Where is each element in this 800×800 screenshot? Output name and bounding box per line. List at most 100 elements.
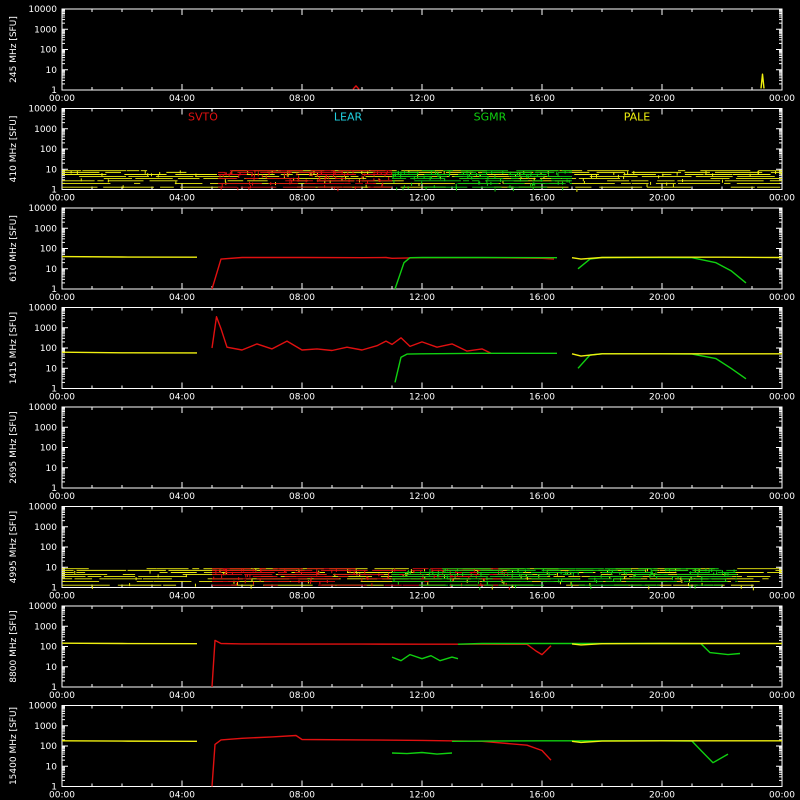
x-tick-label: 04:00	[169, 293, 195, 303]
x-tick-label: 12:00	[409, 94, 435, 104]
series-point	[345, 176, 347, 180]
series-point	[572, 572, 574, 576]
series-point	[721, 570, 723, 574]
x-tick-label: 12:00	[409, 492, 435, 502]
series-point	[320, 170, 322, 174]
series-point	[608, 568, 610, 572]
series-point	[568, 179, 570, 183]
series-point	[486, 581, 488, 585]
series-point	[391, 569, 393, 573]
series-point	[430, 175, 432, 179]
series-point	[400, 174, 402, 178]
x-tick-label: 20:00	[649, 592, 675, 602]
x-tick-label: 16:00	[529, 393, 555, 403]
series-point	[634, 573, 636, 577]
series-point	[531, 182, 533, 186]
series-point	[623, 176, 625, 180]
series-point	[672, 184, 674, 188]
series-point	[147, 173, 149, 177]
series-point	[229, 171, 231, 175]
series-point	[356, 572, 358, 576]
series-point	[625, 572, 627, 576]
series-point	[361, 577, 363, 581]
series-point	[286, 173, 288, 177]
series-point	[309, 173, 311, 177]
series-point	[224, 572, 226, 576]
y-tick-label: 1000	[34, 125, 57, 135]
series-point	[480, 572, 482, 576]
series-point	[252, 182, 254, 186]
series-line-svto	[211, 316, 492, 354]
series-point	[361, 175, 363, 179]
series-point	[265, 175, 267, 179]
series-point	[409, 571, 411, 575]
y-tick-label: 10	[46, 464, 58, 474]
series-point	[381, 184, 383, 188]
x-tick-label: 20:00	[649, 393, 675, 403]
series-point	[651, 571, 653, 575]
series-point	[236, 582, 238, 586]
x-tick-label: 12:00	[409, 293, 435, 303]
series-point	[245, 574, 247, 578]
series-point	[694, 585, 696, 589]
x-tick-label: 16:00	[529, 691, 555, 701]
series-point	[254, 170, 256, 174]
panel-2: 11010010001000000:00 04:00 08:00 12:00 16:00…	[9, 204, 795, 303]
series-point	[708, 569, 710, 573]
y-tick-label: 100	[40, 543, 57, 553]
series-point	[307, 580, 309, 584]
series-point	[617, 174, 619, 178]
series-point	[220, 186, 222, 190]
series-point	[261, 174, 263, 178]
x-tick-label: 20:00	[649, 293, 675, 303]
series-point	[623, 571, 625, 575]
y-tick-label: 10000	[28, 204, 57, 214]
series-point	[557, 181, 559, 185]
series-point	[287, 174, 289, 178]
series-point	[348, 179, 350, 183]
series-point	[475, 173, 477, 177]
series-point	[364, 173, 366, 177]
solar-radio-flux-chart: 11010010001000000:00 04:00 08:00 12:00 16:00…	[9, 5, 795, 800]
x-tick-label: 08:00	[289, 194, 315, 204]
x-tick-label: 12:00	[409, 393, 435, 403]
y-tick-label: 100	[40, 46, 57, 56]
series-point	[533, 177, 535, 181]
series-line-pale	[571, 353, 782, 357]
series-point	[596, 580, 598, 584]
legend-lear: LEAR	[334, 111, 363, 124]
plot-frame	[61, 207, 783, 290]
series-point	[223, 568, 225, 572]
series-point	[705, 568, 707, 572]
plot-frame	[61, 108, 783, 190]
series-point	[135, 577, 137, 581]
series-point	[519, 573, 521, 577]
series-sgmr	[392, 568, 737, 591]
series-point	[511, 574, 513, 578]
panel-5: 11010010001000000:00 04:00 08:00 12:00 16:00…	[9, 503, 795, 602]
series-point	[701, 575, 703, 579]
series-point	[517, 569, 519, 573]
series-point	[397, 172, 399, 176]
x-tick-label: 12:00	[409, 791, 435, 800]
series-point	[486, 182, 488, 186]
series-point	[662, 173, 664, 177]
y-tick-label: 100	[40, 444, 57, 454]
panel-1: 11010010001000000:00 04:00 08:00 12:00 16:00…	[9, 105, 795, 204]
y-tick-label: 1000	[34, 25, 57, 35]
series-point	[432, 571, 434, 575]
series-point	[430, 171, 432, 175]
series-point	[649, 574, 651, 578]
series-line-svto	[352, 85, 360, 90]
series-point	[410, 568, 412, 572]
series-point	[107, 179, 109, 183]
series-point	[548, 173, 550, 177]
plot-frame	[61, 406, 783, 489]
series-point	[361, 171, 363, 175]
x-tick-label: 20:00	[649, 94, 675, 104]
series-point	[300, 571, 302, 575]
series-point	[429, 568, 431, 572]
series-point	[144, 170, 146, 174]
series-point	[349, 569, 351, 573]
x-tick-label: 00:00	[49, 94, 75, 104]
